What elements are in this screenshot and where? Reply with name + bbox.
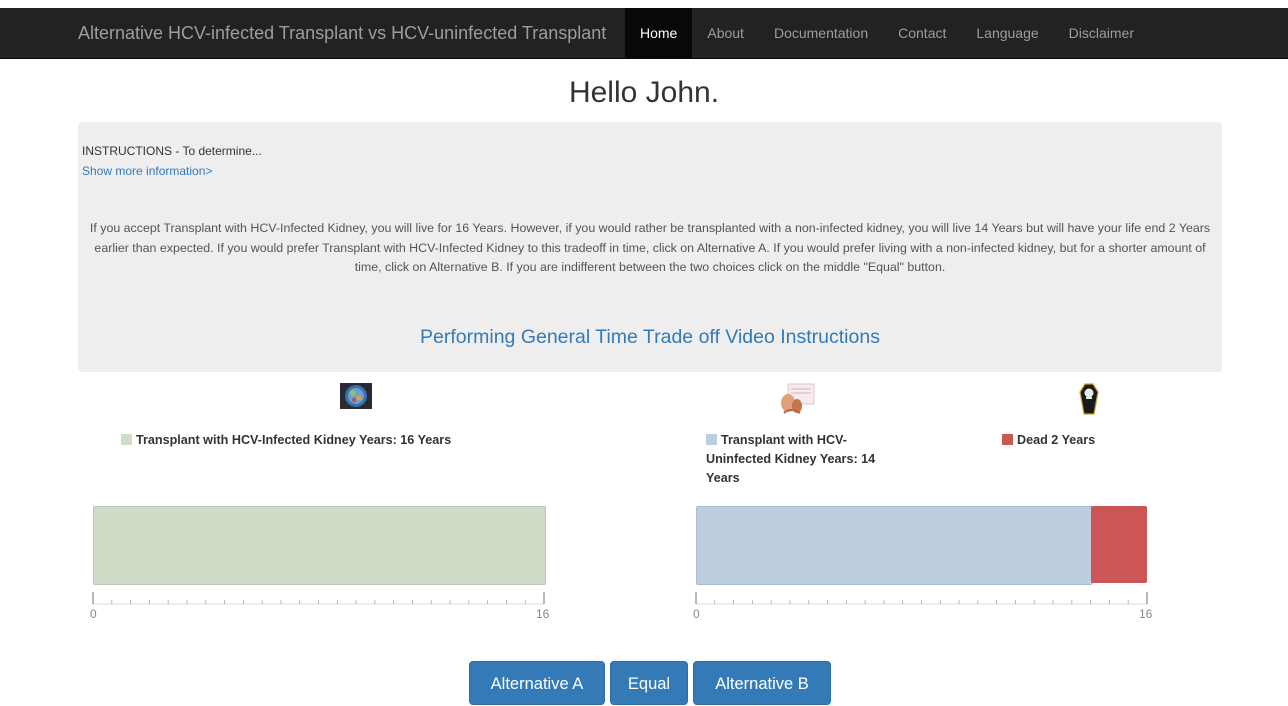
legend-alternative-b-dead: Dead 2 Years xyxy=(1002,431,1202,450)
equal-button[interactable]: Equal xyxy=(610,661,688,705)
alternative-b-button[interactable]: Alternative B xyxy=(693,661,831,705)
instructions-title: INSTRUCTIONS - To determine... xyxy=(82,144,262,158)
legend-label-b: Transplant with HCV-Uninfected Kidney Ye… xyxy=(706,433,876,485)
nav-about[interactable]: About xyxy=(692,8,759,58)
kidney-transplant-icon xyxy=(778,383,816,417)
nav-language[interactable]: Language xyxy=(961,8,1053,58)
legend-swatch-dead xyxy=(1002,434,1013,445)
nav-documentation[interactable]: Documentation xyxy=(759,8,883,58)
legend-swatch-a xyxy=(121,434,132,445)
bar-alternative-a xyxy=(93,506,546,585)
axis-alternative-a: 0 16 xyxy=(90,592,550,621)
legend-label-dead: Dead 2 Years xyxy=(1017,433,1096,447)
nav-contact[interactable]: Contact xyxy=(883,8,961,58)
nav-disclaimer[interactable]: Disclaimer xyxy=(1054,8,1149,58)
legend-alternative-a: Transplant with HCV-Infected Kidney Year… xyxy=(121,431,541,450)
legend-alternative-b-transplant: Transplant with HCV-Uninfected Kidney Ye… xyxy=(706,431,906,488)
axis-b-min-label: 0 xyxy=(693,607,700,621)
legend-label-a: Transplant with HCV-Infected Kidney Year… xyxy=(136,433,452,447)
axis-a-max-label: 16 xyxy=(536,607,550,621)
coffin-icon xyxy=(1079,383,1099,415)
instructions-panel: INSTRUCTIONS - To determine... Show more… xyxy=(78,122,1222,372)
nav-home[interactable]: Home xyxy=(625,8,693,58)
legend-swatch-b xyxy=(706,434,717,445)
hcv-virus-icon xyxy=(340,383,372,409)
navbar-brand[interactable]: Alternative HCV-infected Transplant vs H… xyxy=(78,8,606,58)
show-more-link[interactable]: Show more information> xyxy=(82,164,212,178)
axis-alternative-b: 0 16 xyxy=(693,592,1153,621)
axis-b-max-label: 16 xyxy=(1139,607,1153,621)
axis-ticks-b xyxy=(695,592,1148,605)
alternative-a-button[interactable]: Alternative A xyxy=(469,661,605,705)
navbar-menu: Home About Documentation Contact Languag… xyxy=(625,8,1149,58)
axis-ticks-a xyxy=(92,592,545,605)
axis-a-min-label: 0 xyxy=(90,607,97,621)
bar-alternative-b-dead xyxy=(1090,506,1147,583)
bar-alternative-b-transplant xyxy=(696,506,1093,585)
greeting-heading: Hello John. xyxy=(568,76,720,109)
instructions-description: If you accept Transplant with HCV-Infect… xyxy=(89,221,1211,274)
video-instructions-link[interactable]: Performing General Time Trade off Video … xyxy=(78,326,1222,349)
navbar: Alternative HCV-infected Transplant vs H… xyxy=(0,8,1288,59)
